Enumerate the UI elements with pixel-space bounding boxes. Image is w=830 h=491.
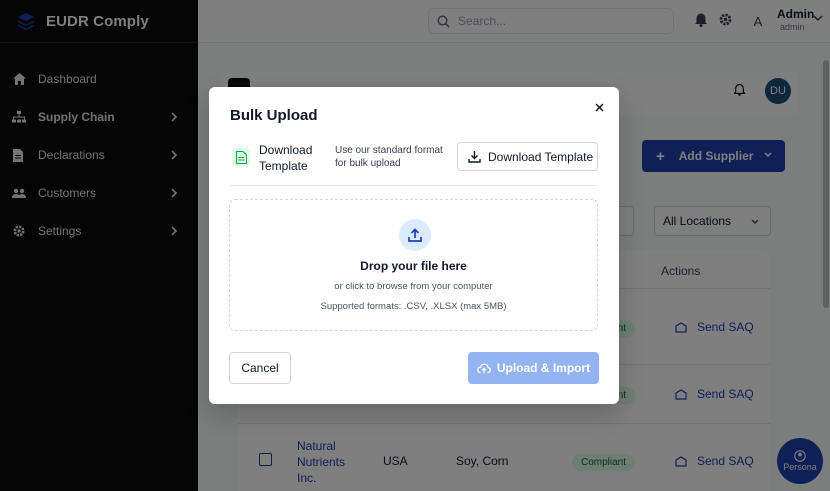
- divider: [229, 185, 598, 186]
- dropzone-title: Drop your file here: [360, 259, 467, 273]
- close-button[interactable]: [592, 100, 606, 114]
- supported-formats: Supported formats: .CSV, .XLSX (max 5MB): [320, 301, 507, 312]
- spreadsheet-icon: [232, 148, 250, 166]
- download-template-button[interactable]: Download Template: [457, 142, 598, 171]
- upload-import-button[interactable]: Upload & Import: [468, 352, 599, 384]
- file-dropzone[interactable]: Drop your file here or click to browse f…: [229, 199, 598, 331]
- upload-import-label: Upload & Import: [496, 361, 591, 375]
- cancel-button[interactable]: Cancel: [229, 352, 291, 384]
- cloud-upload-icon: [477, 363, 491, 373]
- template-description: Use our standard format for bulk upload: [335, 145, 443, 169]
- modal-title: Bulk Upload: [230, 107, 318, 124]
- dropzone-subtitle: or click to browse from your computer: [334, 281, 493, 292]
- close-icon: [594, 102, 604, 112]
- download-template-label: Download Template: [488, 149, 594, 164]
- bulk-upload-modal: Bulk Upload Download Template Use our st…: [209, 87, 619, 404]
- download-icon: [468, 151, 481, 163]
- upload-icon: [399, 219, 431, 251]
- template-title: Download Template: [259, 143, 313, 173]
